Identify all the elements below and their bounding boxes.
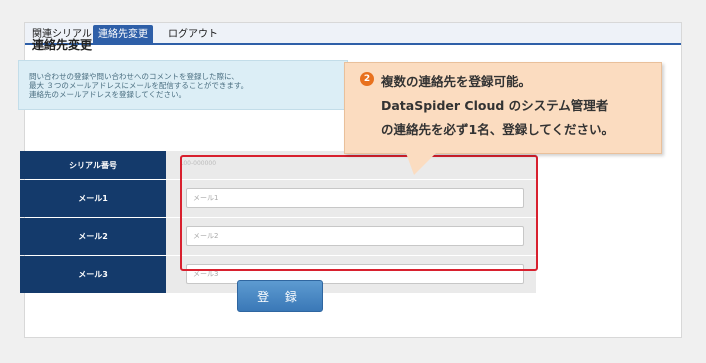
callout-line-2: DataSpider Cloud のシステム管理者 [381,98,609,113]
serial-label: シリアル番号 [20,151,166,179]
callout-line-3: の連絡先を必ず1名、登録してください。 [381,122,614,137]
tab-bar: 関連シリアル 連絡先変更 ログアウト [25,23,681,45]
highlight-frame [180,155,538,271]
mail1-label: メール1 [20,180,166,217]
info-line: 問い合わせの登録や問い合わせへのコメントを登録した際に、 [29,72,239,81]
page-title: 連絡先変更 [32,38,93,52]
tab-logout[interactable]: ログアウト [163,26,223,43]
tab-contact-change[interactable]: 連絡先変更 [93,25,153,44]
info-box: 問い合わせの登録や問い合わせへのコメントを登録した際に、 最大 ３つのメールアド… [18,60,348,110]
info-line: 連絡先のメールアドレスを登録してください。 [29,90,187,99]
callout-line-1: 複数の連絡先を登録可能。 [381,74,532,89]
step-number-badge: 2 [360,72,374,86]
register-button[interactable]: 登 録 [237,280,323,312]
mail3-label: メール3 [20,256,166,293]
callout-pointer [406,153,436,175]
mail2-label: メール2 [20,218,166,255]
info-line: 最大 ３つのメールアドレスにメールを配信することができます。 [29,81,249,90]
